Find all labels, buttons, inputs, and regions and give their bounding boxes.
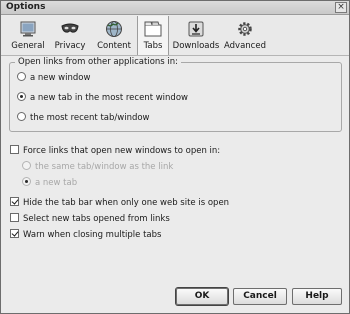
checkbox[interactable] xyxy=(10,145,19,154)
checkbox-label: Select new tabs opened from links xyxy=(23,214,170,224)
window-title: Options xyxy=(6,2,46,12)
toolbar-item-tabs[interactable]: Tabs xyxy=(137,16,169,55)
radio-button[interactable] xyxy=(17,72,26,81)
options-toolbar: General Privacy Content Tabs Downloads A… xyxy=(1,16,349,56)
toolbar-label-advanced: Advanced xyxy=(224,41,266,51)
checkbox-label: Hide the tab bar when only one web site … xyxy=(23,198,230,208)
tabs-pane: Open links from other applications in: a… xyxy=(1,57,349,313)
radio-new-window[interactable]: a new window xyxy=(17,72,90,83)
cancel-button[interactable]: Cancel xyxy=(233,288,287,305)
radio-button[interactable] xyxy=(17,92,26,101)
radio-button[interactable] xyxy=(22,177,31,186)
radio-recent-tab-window[interactable]: the most recent tab/window xyxy=(17,112,150,123)
toolbar-label-downloads: Downloads xyxy=(172,41,220,51)
help-button[interactable]: Help xyxy=(292,288,342,305)
radio-label: a new tab in the most recent window xyxy=(30,93,188,103)
radio-button[interactable] xyxy=(22,161,31,170)
force-links-checkbox[interactable]: Force links that open new windows to ope… xyxy=(10,145,220,156)
radio-new-tab[interactable]: a new tab in the most recent window xyxy=(17,92,188,103)
title-bar[interactable]: Options × xyxy=(1,1,349,15)
content-globe-icon xyxy=(106,21,122,37)
radio-label: a new tab xyxy=(35,178,78,188)
checkbox[interactable] xyxy=(10,197,19,206)
toolbar-label-tabs: Tabs xyxy=(143,41,163,51)
toolbar-item-privacy[interactable]: Privacy xyxy=(51,16,89,55)
radio-label: the same tab/window as the link xyxy=(35,162,174,172)
close-button[interactable]: × xyxy=(335,2,347,13)
toolbar-label-privacy: Privacy xyxy=(54,41,86,51)
checkbox-label: Warn when closing multiple tabs xyxy=(23,230,162,240)
privacy-mask-icon xyxy=(61,23,79,33)
toolbar-label-content: Content xyxy=(97,41,131,51)
hide-tab-bar-checkbox[interactable]: Hide the tab bar when only one web site … xyxy=(10,197,229,208)
toolbar-item-content[interactable]: Content xyxy=(93,16,135,55)
toolbar-item-general[interactable]: General xyxy=(9,16,47,55)
advanced-gear-icon xyxy=(238,22,252,36)
warn-closing-tabs-checkbox[interactable]: Warn when closing multiple tabs xyxy=(10,229,161,240)
toolbar-item-downloads[interactable]: Downloads xyxy=(171,16,221,55)
general-icon xyxy=(20,21,36,37)
open-links-legend: Open links from other applications in: xyxy=(15,57,182,67)
tabs-icon xyxy=(144,21,162,37)
checkbox[interactable] xyxy=(10,229,19,238)
ok-button[interactable]: OK xyxy=(176,288,228,305)
checkbox[interactable] xyxy=(10,213,19,222)
options-dialog: Options × General Privacy Content Tabs D… xyxy=(0,0,350,314)
radio-button[interactable] xyxy=(17,112,26,121)
radio-force-new-tab[interactable]: a new tab xyxy=(22,177,77,188)
open-links-group: Open links from other applications in: a… xyxy=(9,57,342,132)
downloads-icon xyxy=(188,21,204,37)
toolbar-item-advanced[interactable]: Advanced xyxy=(223,16,267,55)
toolbar-label-general: General xyxy=(11,41,45,51)
checkbox-label: Force links that open new windows to ope… xyxy=(23,146,221,156)
radio-label: the most recent tab/window xyxy=(30,113,150,123)
radio-same-tab-window[interactable]: the same tab/window as the link xyxy=(22,161,173,172)
radio-label: a new window xyxy=(30,73,91,83)
select-new-tabs-checkbox[interactable]: Select new tabs opened from links xyxy=(10,213,170,224)
